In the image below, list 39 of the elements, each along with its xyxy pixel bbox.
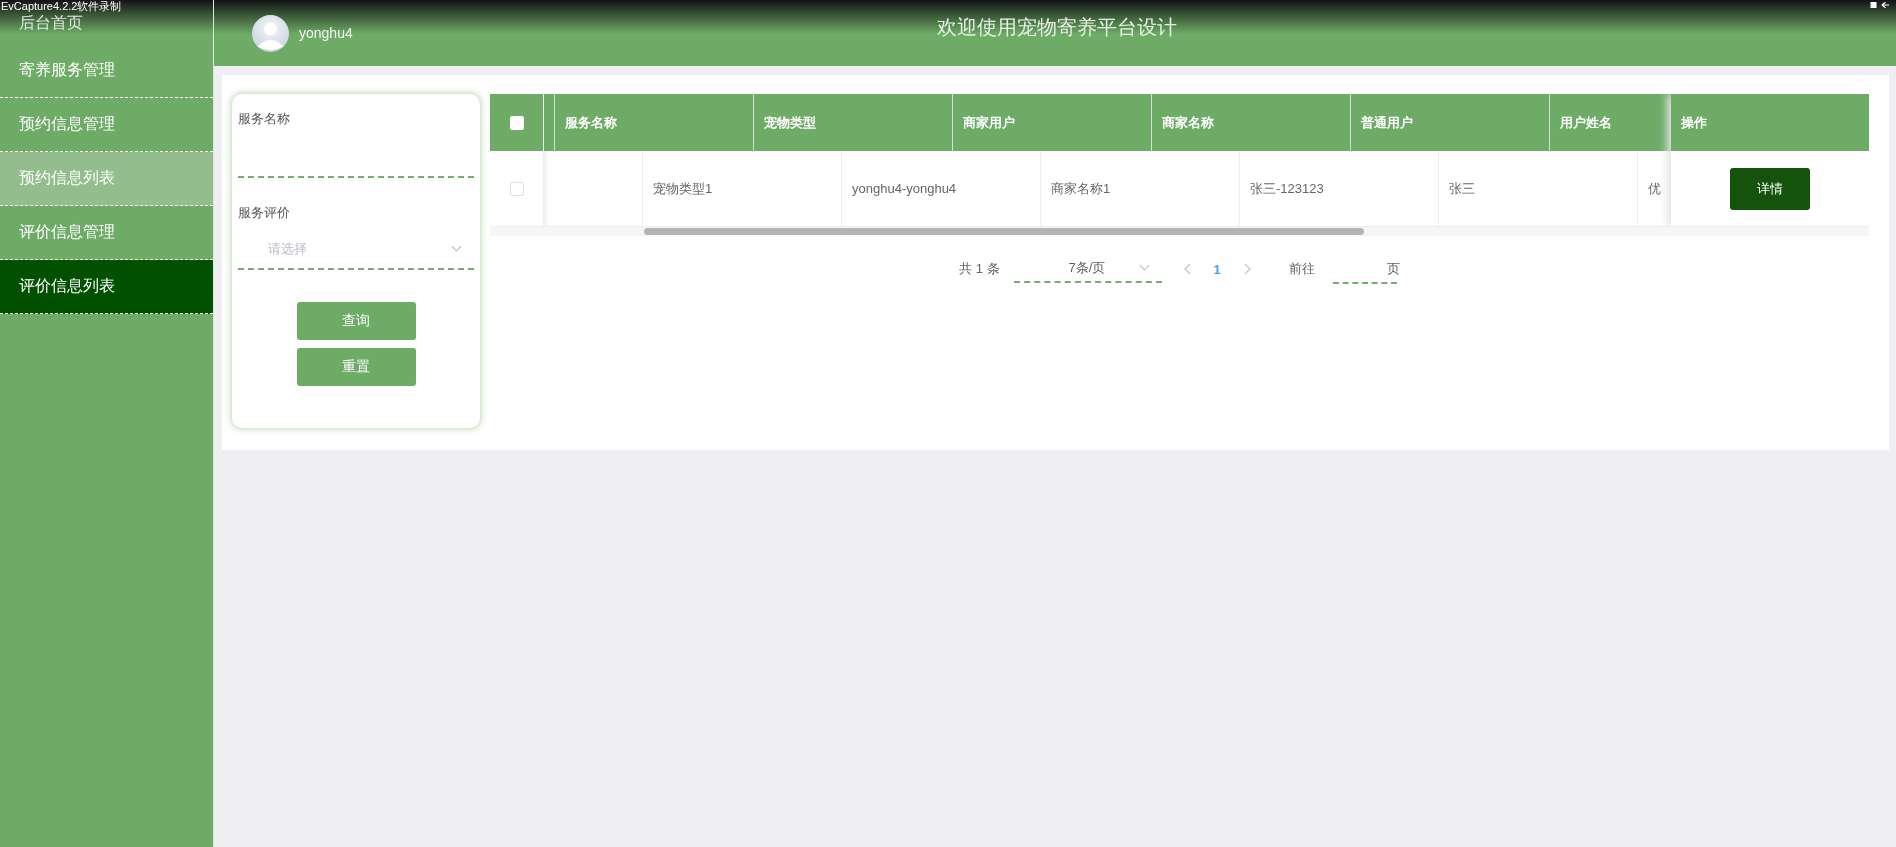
scrollbar[interactable] bbox=[644, 228, 1364, 235]
field-label: 服务名称 bbox=[238, 110, 291, 128]
back-arrow-icon[interactable] bbox=[1881, 1, 1890, 9]
column-header: 操作 bbox=[1671, 94, 1869, 151]
chevron-down-icon bbox=[1138, 264, 1150, 272]
table-cell: 宠物类型1 bbox=[653, 179, 713, 198]
total-count: 共 1 条 bbox=[959, 260, 1000, 278]
previous-page-icon[interactable] bbox=[1183, 263, 1192, 275]
stop-icon[interactable] bbox=[1869, 1, 1878, 9]
page-number[interactable]: 1 bbox=[1213, 261, 1221, 277]
next-page-icon[interactable] bbox=[1242, 263, 1251, 275]
action-button[interactable]: 查询 bbox=[296, 302, 416, 340]
avatar-icon bbox=[252, 14, 289, 52]
sidebar-item[interactable]: 评价信息列表 bbox=[0, 260, 213, 314]
page-unit-label: 页 bbox=[1386, 260, 1400, 278]
sidebar-item[interactable]: 后台首页 bbox=[0, 13, 213, 44]
username: yonghu4 bbox=[299, 25, 353, 41]
table-cell: 张三 bbox=[1449, 179, 1475, 198]
action-button[interactable]: 重置 bbox=[296, 348, 416, 386]
field-label: 服务评价 bbox=[238, 204, 291, 222]
chevron-down-icon bbox=[451, 245, 462, 253]
details-button[interactable]: 详情 bbox=[1730, 167, 1810, 210]
select-field[interactable]: 请选择 bbox=[238, 230, 474, 270]
sidebar-item[interactable]: 寄养服务管理 bbox=[0, 44, 213, 98]
column-header: 服务名称 bbox=[555, 94, 754, 151]
column-header: 商家用户 bbox=[953, 94, 1152, 151]
column-header: 普通用户 bbox=[1351, 94, 1550, 151]
table-cell: 张三-123123 bbox=[1250, 179, 1324, 198]
sidebar-item[interactable]: 预约信息列表 bbox=[0, 152, 213, 206]
table-cell: 商家名称1 bbox=[1051, 179, 1111, 198]
page-title: 欢迎使用宠物寄养平台设计 bbox=[937, 15, 1177, 40]
capture-title: EvCapture4.2.2软件录制 bbox=[1, 0, 122, 12]
page-size-select[interactable]: 7条/页 bbox=[1013, 255, 1162, 283]
table-cell: 优 bbox=[1648, 179, 1661, 198]
goto-label: 前往 bbox=[1288, 260, 1315, 278]
column-header: 宠物类型 bbox=[754, 94, 953, 151]
checkbox[interactable] bbox=[509, 181, 524, 196]
column-header: 商家名称 bbox=[1152, 94, 1351, 151]
table-cell: yonghu4-yonghu4 bbox=[852, 181, 957, 196]
